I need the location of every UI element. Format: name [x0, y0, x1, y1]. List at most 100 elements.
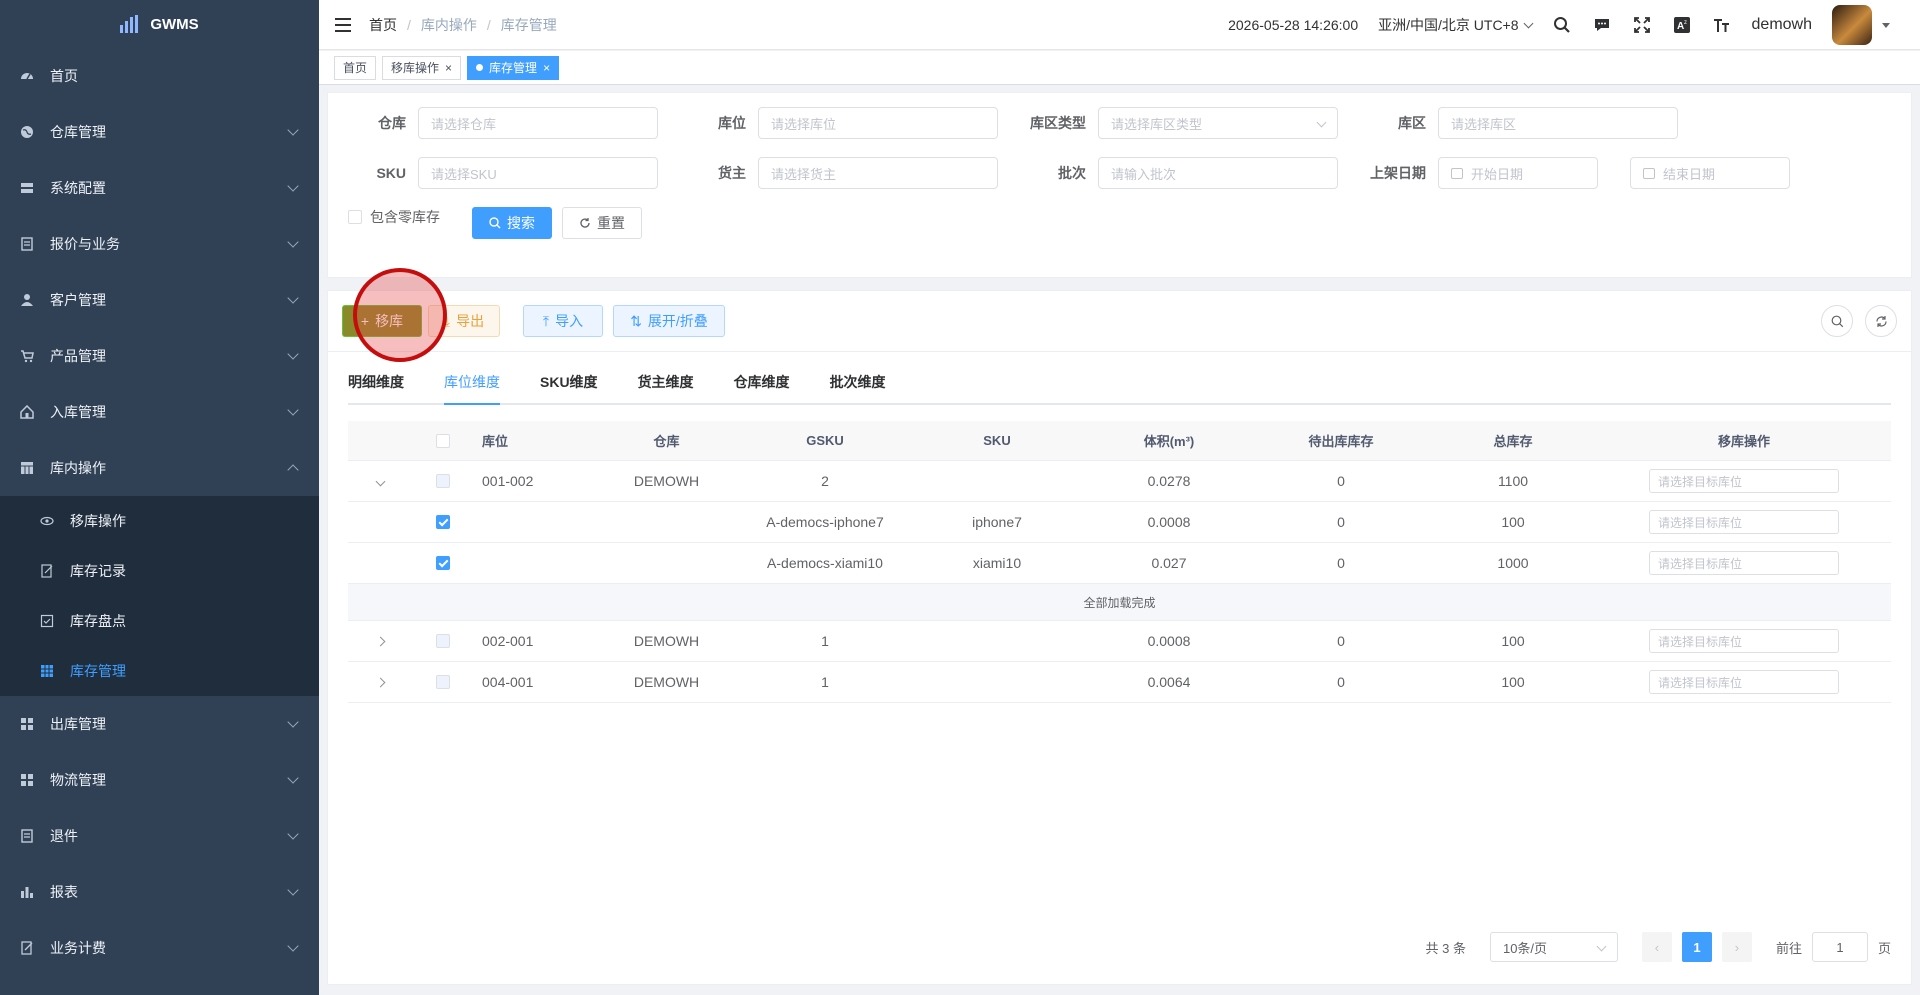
select-all-checkbox[interactable] [436, 433, 450, 448]
font-size-icon[interactable] [1712, 15, 1732, 35]
row-checkbox[interactable] [436, 634, 450, 648]
search-button[interactable]: 搜索 [472, 207, 552, 239]
avatar[interactable] [1832, 5, 1872, 45]
filter-label: 货主 [718, 165, 746, 181]
expand-cell[interactable] [348, 476, 412, 486]
message-icon[interactable] [1592, 15, 1612, 35]
move-button[interactable]: + 移库 [342, 305, 422, 337]
sidebar-item-outbound[interactable]: 出库管理 [0, 696, 319, 752]
search-toggle-button[interactable] [1821, 305, 1853, 337]
cell-volume: 0.027 [1151, 555, 1187, 571]
cell-total: 100 [1501, 514, 1525, 530]
calendar-icon [1451, 167, 1463, 179]
submenu-item-inventory[interactable]: 库存管理 [0, 646, 319, 696]
zone-type-select[interactable]: 请选择库区类型 [1098, 107, 1338, 139]
next-page-button[interactable]: › [1721, 932, 1752, 962]
bar-chart-icon [20, 885, 34, 899]
logo[interactable]: GWMS [0, 0, 319, 48]
chevron-down-icon[interactable] [375, 476, 385, 486]
breadcrumb-home[interactable]: 首页 [369, 15, 397, 35]
prev-page-button[interactable]: ‹ [1641, 932, 1672, 962]
sidebar-item-product[interactable]: 产品管理 [0, 328, 319, 384]
timezone-label: 亚洲/中国/北京 UTC+8 [1378, 17, 1519, 33]
export-button-label: 导出 [456, 313, 485, 329]
submenu-in-warehouse: 移库操作 库存记录 库存盘点 库存管理 [0, 496, 319, 696]
hamburger-icon[interactable] [335, 17, 351, 32]
import-button[interactable]: ⤒ 导入 [523, 305, 603, 337]
home-icon [20, 405, 34, 419]
end-date-input[interactable]: 结束日期 [1630, 157, 1790, 189]
row-checkbox[interactable] [436, 474, 450, 488]
tab-warehouse[interactable]: 仓库维度 [734, 361, 790, 403]
row-checkbox[interactable] [436, 556, 450, 570]
expand-cell[interactable] [348, 677, 412, 687]
target-location-select[interactable]: 请选择目标库位 [1649, 551, 1839, 575]
submenu-item-stocktake[interactable]: 库存盘点 [0, 596, 319, 646]
target-location-select[interactable]: 请选择目标库位 [1649, 670, 1839, 694]
target-location-select[interactable]: 请选择目标库位 [1649, 629, 1839, 653]
zone-select[interactable]: 请选择库区 [1438, 107, 1678, 139]
expand-cell[interactable] [348, 636, 412, 646]
translate-icon[interactable]: Az [1672, 15, 1692, 35]
export-button[interactable]: ⤓ 导出 [428, 305, 500, 337]
sidebar-item-quote[interactable]: 报价与业务 [0, 216, 319, 272]
refresh-button[interactable] [1865, 305, 1897, 337]
submenu-item-move[interactable]: 移库操作 [0, 496, 319, 546]
timezone-select[interactable]: 亚洲/中国/北京 UTC+8 [1378, 15, 1533, 35]
cell-total: 1000 [1497, 555, 1529, 571]
start-date-input[interactable]: 开始日期 [1438, 157, 1598, 189]
zero-stock-checkbox[interactable] [348, 210, 362, 224]
tag-home[interactable]: 首页 [334, 55, 377, 80]
caret-down-icon[interactable] [1882, 22, 1890, 28]
page-1-button[interactable]: 1 [1681, 932, 1712, 962]
cell-gsku: 2 [821, 473, 829, 489]
sidebar-item-home[interactable]: 首页 [0, 48, 319, 104]
batch-input[interactable]: 请输入批次 [1098, 157, 1338, 189]
search-icon[interactable] [1552, 15, 1572, 35]
sidebar-item-warehouse[interactable]: 仓库管理 [0, 104, 319, 160]
reset-button-label: 重置 [597, 215, 625, 231]
tab-sku[interactable]: SKU维度 [540, 361, 598, 403]
sidebar-item-in-warehouse[interactable]: 库内操作 [0, 440, 319, 496]
toggle-expand-button[interactable]: ⇅ 展开/折叠 [613, 305, 725, 337]
sidebar-item-inbound[interactable]: 入库管理 [0, 384, 319, 440]
location-select[interactable]: 请选择库位 [758, 107, 998, 139]
fullscreen-icon[interactable] [1632, 15, 1652, 35]
sidebar-item-system[interactable]: 系统配置 [0, 160, 319, 216]
page-size-select[interactable]: 10条/页 [1489, 932, 1618, 962]
sidebar-item-billing[interactable]: 业务计费 [0, 920, 319, 976]
reset-button[interactable]: 重置 [562, 207, 642, 239]
target-location-select[interactable]: 请选择目标库位 [1649, 469, 1839, 493]
tab-detail[interactable]: 明细维度 [348, 361, 404, 403]
submenu-item-records[interactable]: 库存记录 [0, 546, 319, 596]
filter-location: 库位 请选择库位 [668, 107, 998, 139]
close-icon[interactable]: × [445, 61, 452, 75]
target-location-select[interactable]: 请选择目标库位 [1649, 510, 1839, 534]
chevron-right-icon[interactable] [375, 636, 385, 646]
row-checkbox[interactable] [436, 675, 450, 689]
sidebar-item-customer[interactable]: 客户管理 [0, 272, 319, 328]
col-pending: 待出库库存 [1308, 434, 1374, 449]
grid-icon [40, 664, 54, 678]
breadcrumb-in-warehouse[interactable]: 库内操作 [421, 15, 477, 35]
zero-stock-option[interactable]: 包含零库存 [348, 207, 440, 227]
logo-icon [120, 15, 139, 33]
goto-page-input[interactable]: 1 [1811, 932, 1868, 962]
sidebar-item-reports[interactable]: 报表 [0, 864, 319, 920]
warehouse-select[interactable]: 请选择仓库 [418, 107, 658, 139]
sidebar-item-logistics[interactable]: 物流管理 [0, 752, 319, 808]
sidebar-item-returns[interactable]: 退件 [0, 808, 319, 864]
tab-owner[interactable]: 货主维度 [638, 361, 694, 403]
sku-select[interactable]: 请选择SKU [418, 157, 658, 189]
select-all-cell [412, 433, 474, 448]
username[interactable]: demowh [1752, 16, 1812, 34]
close-icon[interactable]: × [543, 61, 550, 75]
tag-move[interactable]: 移库操作 × [382, 55, 462, 80]
user-icon [20, 293, 34, 307]
tab-batch[interactable]: 批次维度 [830, 361, 886, 403]
tab-location[interactable]: 库位维度 [444, 361, 500, 405]
owner-select[interactable]: 请选择货主 [758, 157, 998, 189]
tag-inventory[interactable]: 库存管理 × [467, 55, 560, 80]
row-checkbox[interactable] [436, 515, 450, 529]
chevron-right-icon[interactable] [375, 677, 385, 687]
